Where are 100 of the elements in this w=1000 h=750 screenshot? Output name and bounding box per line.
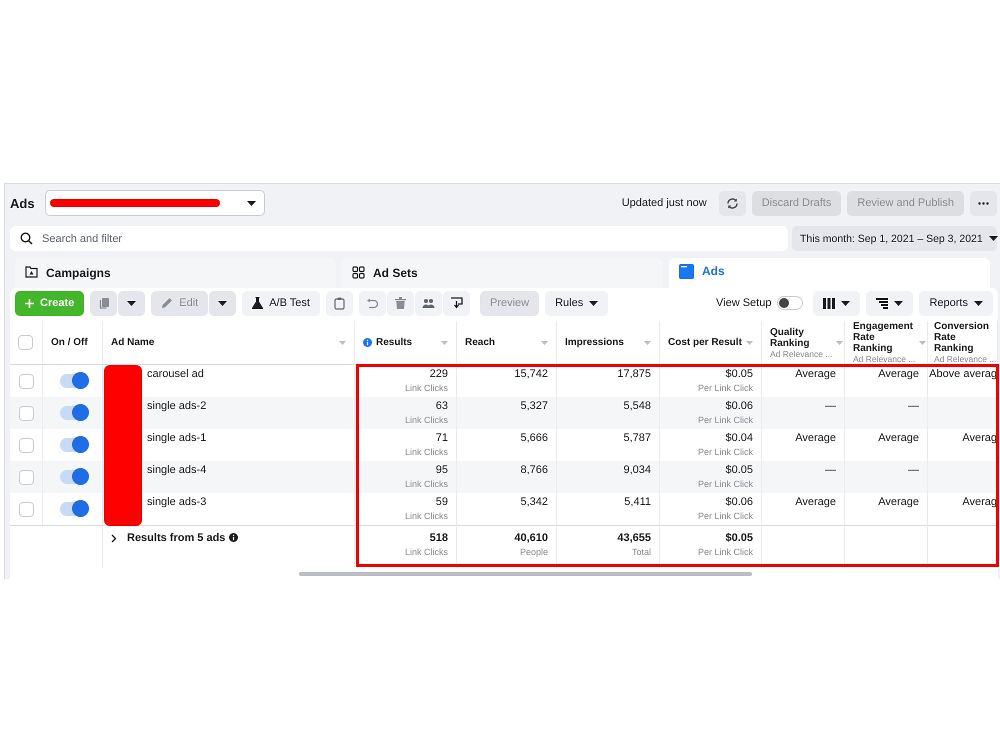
cell-value: 5,411 [624,496,651,508]
column-header[interactable]: Engagement Rate Ranking [853,321,916,354]
clipboard-icon [334,296,345,310]
row-checkbox[interactable] [18,374,34,388]
chevron-right-icon[interactable] [111,534,117,543]
cell-value: $0.06 [725,496,753,508]
cell-value: Average [878,496,919,508]
sort-icon[interactable] [919,340,926,344]
cell-value: 5,666 [520,432,548,444]
row-checkbox[interactable] [18,406,34,420]
cell-unit: Link Clicks [404,547,448,557]
search-icon [20,232,33,245]
on-off-toggle[interactable] [60,502,86,516]
cell-value: — [825,400,836,412]
on-off-toggle[interactable] [60,470,86,484]
cell-value: — [908,400,919,412]
undo-button[interactable] [358,290,386,316]
on-off-toggle[interactable] [60,374,86,388]
sort-icon[interactable] [836,340,844,344]
column-header[interactable]: Results [376,337,437,348]
edit-menu-button[interactable] [209,290,236,316]
sort-icon[interactable] [441,340,448,344]
scrollbar-thumb[interactable] [299,572,752,576]
on-off-toggle[interactable] [60,406,86,420]
ad-name[interactable]: single ads-4 [147,464,206,476]
export-button[interactable] [442,290,470,316]
caret-icon [894,300,904,306]
table-row[interactable]: single ads-4 95 Link Clicks 8,766 9,034 $0.05 Per Link Click — — [10,461,998,493]
breakdown-icon [876,298,888,308]
cell-value: 229 [430,368,448,380]
cell-value: $0.06 [725,400,753,412]
cell-value: 5,327 [520,400,548,412]
columns-icon [823,298,836,308]
sort-icon[interactable] [644,340,651,344]
cell-value: 95 [436,464,448,476]
cell-unit: Link Clicks [404,447,448,457]
sort-icon[interactable] [541,340,548,344]
cell-value: 59 [436,496,448,508]
sort-icon[interactable] [746,340,753,344]
caret-icon [974,300,983,306]
totals-label: Results from 5 ads [127,532,226,544]
plus-icon [25,298,34,308]
columns-button[interactable] [813,290,860,316]
column-header[interactable]: Cost per Result [668,337,742,348]
caret-icon [988,236,998,241]
clipboard-button[interactable] [326,290,353,316]
cell-value: 8,766 [520,464,548,476]
ad-name[interactable]: single ads-3 [147,496,206,508]
cell-value: $0.05 [725,532,753,544]
caret-icon [841,300,850,306]
cell-unit: Link Clicks [404,415,448,425]
copy-icon [98,297,110,309]
refresh-icon [726,196,739,210]
row-checkbox[interactable] [18,438,34,452]
table-row[interactable]: single ads-2 63 Link Clicks 5,327 5,548 $0.06 Per Link Click — — [10,397,998,429]
rules-button[interactable]: Rules [545,290,608,316]
more-button[interactable] [970,190,997,216]
cell-unit: Link Clicks [404,383,448,393]
cell-value: — [908,464,919,476]
cell-unit: Per Link Click [698,383,753,393]
caret-icon [589,300,598,306]
cell-unit: Link Clicks [404,511,448,521]
on-off-toggle[interactable] [60,438,86,452]
sort-icon[interactable] [339,340,346,344]
select-all-checkbox[interactable] [18,335,33,350]
column-header[interactable]: Reach [465,337,537,348]
breakdown-button[interactable] [866,290,914,316]
ab-test-button[interactable]: A/B Test [242,290,320,316]
cell-value: 518 [430,532,448,544]
cell-value: 63 [436,400,448,412]
pencil-icon [161,297,174,309]
row-checkbox[interactable] [18,470,34,484]
ad-name[interactable]: carousel ad [147,368,204,380]
audience-button[interactable] [414,290,442,316]
row-checkbox[interactable] [18,502,34,516]
column-header[interactable]: Ad Name [111,337,335,348]
update-status: Updated just now [622,197,707,209]
refresh-button[interactable] [718,190,746,216]
ad-name[interactable]: single ads-2 [147,400,206,412]
trash-icon [394,297,406,309]
undo-icon [366,298,378,308]
account-dropdown[interactable] [44,190,265,216]
cell-value: 71 [436,432,448,444]
view-setup-toggle[interactable] [777,296,804,310]
date-range-button[interactable]: This month: Sep 1, 2021 – Sep 3, 2021 [792,226,997,251]
column-header[interactable]: Impressions [565,337,640,348]
cell-unit: Per Link Click [698,511,753,521]
column-header[interactable]: On / Off [51,337,94,348]
column-header[interactable]: Conversion Rate Ranking [934,321,997,354]
cell-unit: People [520,547,548,557]
reports-button[interactable]: Reports [919,290,993,316]
flask-icon [252,297,264,309]
ad-name[interactable]: single ads-1 [147,432,206,444]
search-field[interactable]: Search and filter [10,226,788,251]
ad-icon [679,264,694,279]
column-header[interactable]: Quality Ranking [770,326,832,348]
cell-unit: Link Clicks [404,479,448,489]
duplicate-menu-button[interactable] [118,290,146,316]
delete-button[interactable] [386,290,414,316]
view-setup-label: View Setup [716,297,772,309]
